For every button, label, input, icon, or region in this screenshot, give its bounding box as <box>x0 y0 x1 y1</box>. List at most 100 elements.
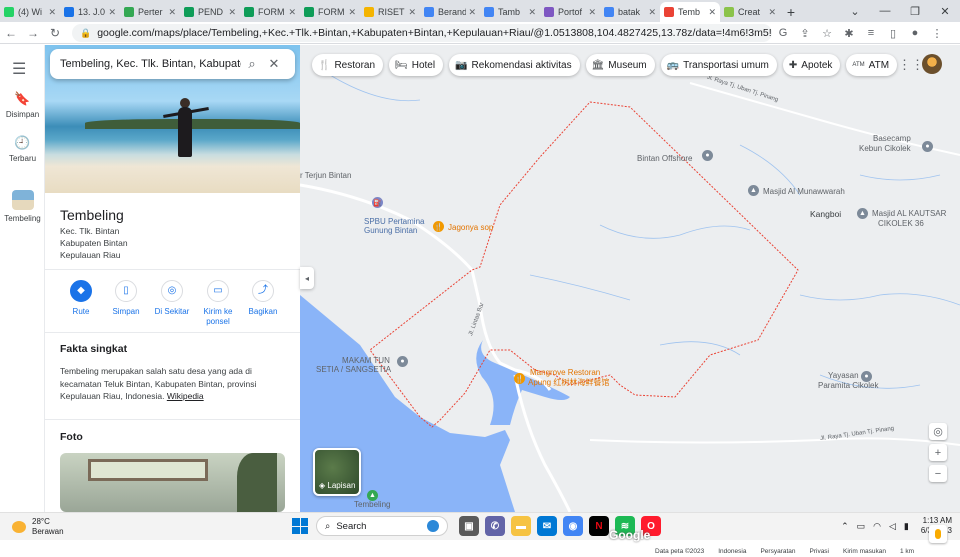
label-tembeling[interactable]: Tembeling <box>354 500 390 509</box>
rail-saved[interactable]: 🔖 Disimpan <box>0 91 45 119</box>
search-icon[interactable]: ⌕ <box>241 56 263 72</box>
windows-start-icon[interactable] <box>292 518 308 534</box>
country-link[interactable]: Indonesia <box>718 548 746 555</box>
wikipedia-link[interactable]: Wikipedia <box>167 391 204 401</box>
chrome-icon[interactable]: ◉ <box>563 516 583 536</box>
label-mangrove-2[interactable]: Apung 红树林海鲜餐馆 <box>528 378 609 387</box>
tab-close-icon[interactable]: ✕ <box>648 7 656 18</box>
rail-recent-place[interactable]: Tembeling <box>0 190 45 223</box>
mosque-pin-icon-2[interactable]: ▲ <box>857 208 868 219</box>
chip-atm[interactable]: ATM ATM <box>846 54 898 76</box>
tab-close-icon[interactable]: ✕ <box>468 7 476 18</box>
landmark-pin-icon[interactable]: ● <box>397 356 408 367</box>
privacy-link[interactable]: Privasi <box>810 548 830 555</box>
label-terjun[interactable]: r Terjun Bintan <box>300 171 351 180</box>
teams-chat-icon[interactable]: ✆ <box>485 516 505 536</box>
extensions-puzzle-icon[interactable]: ✱ <box>838 22 860 44</box>
chip-transportasi[interactable]: 🚌 Transportasi umum <box>660 54 777 76</box>
label-offshore[interactable]: Bintan Offshore <box>637 154 692 163</box>
place-pin-icon[interactable]: ● <box>702 150 713 161</box>
restaurant-pin-icon-2[interactable]: 🍴 <box>514 373 525 384</box>
close-window-button[interactable]: ✕ <box>930 0 960 22</box>
close-icon[interactable]: ✕ <box>263 56 285 72</box>
fuel-pin-icon[interactable]: ⛽ <box>372 197 383 208</box>
bookmark-star-icon[interactable]: ☆ <box>816 22 838 44</box>
label-kangboi[interactable]: Kangboi <box>810 210 841 219</box>
browser-tab[interactable]: Perter ✕ <box>120 2 180 22</box>
lock-icon[interactable]: 🔒 <box>80 28 91 39</box>
layers-button[interactable]: ◈ Lapisan <box>313 448 361 496</box>
school-pin-icon[interactable]: ● <box>861 371 872 382</box>
taskbar-search[interactable]: ⌕ Search <box>316 516 448 536</box>
task-view-icon[interactable]: ▣ <box>459 516 479 536</box>
reload-button[interactable]: ↻ <box>44 22 66 44</box>
tab-close-icon[interactable]: ✕ <box>348 7 356 18</box>
label-basecamp-2[interactable]: Kebun Cikolek <box>859 144 911 153</box>
chip-restoran[interactable]: 🍴 Restoran <box>312 54 384 76</box>
collapse-panel-button[interactable]: ◂ <box>300 267 314 289</box>
tab-close-icon[interactable]: ✕ <box>708 7 716 18</box>
map-canvas[interactable]: r Terjun Bintan ⛽ SPBU Pertamina Gunung … <box>300 45 960 512</box>
chrome-menu-icon[interactable]: ⋮ <box>926 22 948 44</box>
tab-close-icon[interactable]: ✕ <box>288 7 296 18</box>
browser-tab[interactable]: batak ✕ <box>600 2 660 22</box>
label-masjid-kau-1[interactable]: Masjid AL KAUTSAR <box>872 209 946 218</box>
nearby-button[interactable]: ◎ Di Sekitar <box>149 280 195 317</box>
google-apps-icon[interactable]: ⋮⋮ <box>898 57 924 73</box>
mail-icon[interactable]: ✉ <box>537 516 557 536</box>
tab-close-icon[interactable]: ✕ <box>48 7 56 18</box>
label-masjid-kau-2[interactable]: CIKOLEK 36 <box>878 219 924 228</box>
address-bar[interactable]: 🔒 google.com/maps/place/Tembeling,+Kec.+… <box>72 24 772 42</box>
browser-tab[interactable]: FORM ✕ <box>240 2 300 22</box>
photo-thumbnail[interactable] <box>60 453 285 512</box>
browser-tab[interactable]: Berand ✕ <box>420 2 480 22</box>
chip-museum[interactable]: 🏛 Museum <box>585 54 655 76</box>
label-makam-1[interactable]: MAKAM TUN <box>342 356 390 365</box>
tab-search-icon[interactable]: ⌄ <box>840 0 870 22</box>
scale-bar[interactable]: 1 km <box>900 548 914 555</box>
share-icon[interactable]: ⇪ <box>794 22 816 44</box>
battery-status-icon[interactable]: ▮ <box>904 521 909 532</box>
browser-tab[interactable]: (4) Wi ✕ <box>0 2 60 22</box>
label-mangrove-1[interactable]: Mangrove Restoran <box>530 368 600 377</box>
weather-widget[interactable]: 28°C Berawan <box>12 517 64 537</box>
camp-pin-icon[interactable]: ● <box>922 141 933 152</box>
minimize-button[interactable]: — <box>870 0 900 22</box>
forward-button[interactable]: → <box>22 22 44 44</box>
battery-icon[interactable]: ▭ <box>857 521 866 532</box>
tab-close-icon[interactable]: ✕ <box>228 7 236 18</box>
route-button[interactable]: ◆ Rute <box>58 280 104 317</box>
browser-tab[interactable]: Creat ✕ <box>720 2 780 22</box>
zoom-out-button[interactable]: − <box>929 465 947 482</box>
label-yayasan-2[interactable]: Paramita Cikolek <box>818 381 878 390</box>
label-jagonya[interactable]: Jagonya sop <box>448 223 493 232</box>
street-view-pegman[interactable] <box>929 525 947 543</box>
browser-tab[interactable]: 13. J.0 ✕ <box>60 2 120 22</box>
save-button[interactable]: ▯ Simpan <box>103 280 149 317</box>
reading-list-icon[interactable]: ≡ <box>860 22 882 44</box>
search-input[interactable]: Tembeling, Kec. Tlk. Bintan, Kabupaten <box>60 58 241 70</box>
terms-link[interactable]: Persyaratan <box>760 548 795 555</box>
netflix-icon[interactable]: N <box>589 516 609 536</box>
tab-close-icon[interactable]: ✕ <box>528 7 536 18</box>
mosque-pin-icon[interactable]: ▲ <box>748 185 759 196</box>
chip-apotek[interactable]: ✚ Apotek <box>782 54 841 76</box>
tray-overflow-icon[interactable]: ⌃ <box>841 521 849 532</box>
label-basecamp-1[interactable]: Basecamp <box>873 134 911 143</box>
browser-tab[interactable]: RISET ✕ <box>360 2 420 22</box>
feedback-link[interactable]: Kirim masukan <box>843 548 886 555</box>
label-spbu-1[interactable]: SPBU Pertamina <box>364 217 424 226</box>
my-location-button[interactable]: ◎ <box>929 423 947 440</box>
browser-tab[interactable]: Temb ✕ <box>660 2 720 22</box>
label-yayasan-1[interactable]: Yayasan <box>828 371 859 380</box>
label-masjid-mun[interactable]: Masjid Al Munawwarah <box>763 187 845 196</box>
label-makam-2[interactable]: SETIA / SANGSETIA <box>316 365 391 374</box>
browser-tab[interactable]: PEND ✕ <box>180 2 240 22</box>
tab-close-icon[interactable]: ✕ <box>768 7 776 18</box>
chip-rekomendasi[interactable]: 📷 Rekomendasi aktivitas <box>449 54 580 76</box>
file-explorer-icon[interactable]: ▬ <box>511 516 531 536</box>
tab-close-icon[interactable]: ✕ <box>408 7 416 18</box>
hamburger-menu-icon[interactable]: ☰ <box>12 59 26 79</box>
share-button[interactable]: ⤴ Bagikan <box>240 280 286 317</box>
wifi-icon[interactable]: ◠ <box>873 521 881 532</box>
